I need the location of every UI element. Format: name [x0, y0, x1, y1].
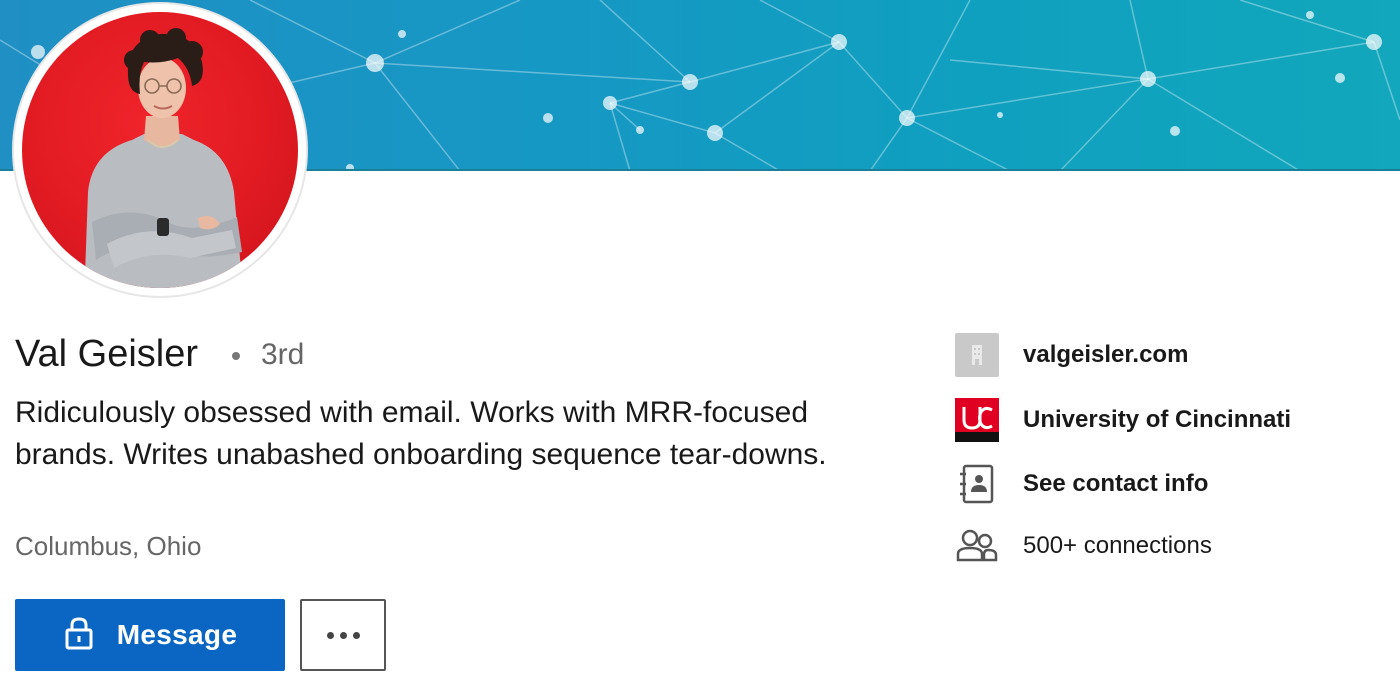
building-icon: [955, 333, 999, 377]
profile-headline: Ridiculously obsessed with email. Works …: [15, 396, 827, 471]
connections-link[interactable]: 500+ connections: [955, 524, 1212, 568]
university-logo: [955, 398, 999, 442]
website-text: valgeisler.com: [1023, 341, 1189, 368]
connections-text: 500+ connections: [1023, 532, 1212, 559]
separator-dot: [232, 352, 240, 360]
contact-info-text: See contact info: [1023, 470, 1209, 497]
profile-name: Val Geisler: [15, 333, 199, 375]
address-book-icon: [955, 462, 999, 506]
more-actions-button[interactable]: [300, 599, 386, 671]
education-link[interactable]: University of Cincinnati: [955, 398, 1291, 442]
ellipsis-icon: [326, 631, 334, 639]
education-text: University of Cincinnati: [1023, 406, 1292, 433]
message-button[interactable]: Message: [15, 599, 285, 671]
connection-degree: 3rd: [261, 338, 305, 371]
lock-icon: [63, 616, 95, 655]
profile-photo: [84, 28, 243, 288]
people-icon: [955, 524, 999, 568]
profile-location: Columbus, Ohio: [15, 531, 202, 561]
message-label: Message: [116, 619, 238, 650]
contact-info-link[interactable]: See contact info: [955, 462, 1208, 506]
avatar[interactable]: [22, 12, 298, 288]
website-link[interactable]: valgeisler.com: [955, 333, 1188, 377]
